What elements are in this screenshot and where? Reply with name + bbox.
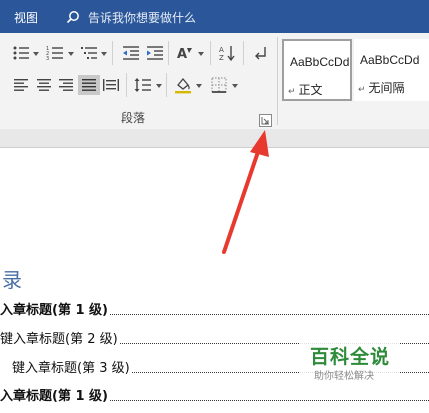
separator <box>210 41 211 65</box>
toc-line[interactable]: 入章标题(第 1 级) <box>0 386 429 404</box>
style-normal[interactable]: AaBbCcDd ↵ 正文 <box>282 39 352 101</box>
chevron-down-icon[interactable] <box>196 84 202 88</box>
dialog-launcher-icon[interactable] <box>259 114 272 127</box>
chevron-down-icon[interactable] <box>68 52 74 56</box>
ribbon: 123 A AZ 段落 AaBbCcDd ↵ 正文 AaBbCcDd ↵ 无间隔 <box>0 33 429 130</box>
chevron-down-icon[interactable] <box>232 84 238 88</box>
svg-text:3: 3 <box>46 56 49 61</box>
watermark-subtitle: 助你轻松解决 <box>314 371 374 382</box>
separator <box>126 73 127 97</box>
align-left-icon[interactable] <box>10 75 32 95</box>
ruler <box>0 129 429 148</box>
title-bar: 视图 告诉我你想要做什么 <box>0 0 429 33</box>
distributed-icon[interactable] <box>100 75 122 95</box>
svg-text:A: A <box>177 47 187 61</box>
line-spacing-icon[interactable] <box>132 75 154 95</box>
style-name: ↵ 无间隔 <box>358 81 405 95</box>
show-formatting-marks-icon[interactable] <box>250 43 272 63</box>
style-sample: AaBbCcDd <box>290 55 350 69</box>
svg-text:A: A <box>219 46 224 54</box>
align-right-icon[interactable] <box>55 75 77 95</box>
separator <box>112 41 113 65</box>
chevron-down-icon[interactable] <box>101 52 107 56</box>
align-center-icon[interactable] <box>33 75 55 95</box>
tab-view[interactable]: 视图 <box>14 9 38 26</box>
separator <box>168 41 169 65</box>
sort-icon[interactable]: AZ <box>216 43 238 63</box>
chevron-down-icon[interactable] <box>198 52 204 56</box>
watermark-title: 百科全说 <box>310 346 391 368</box>
chevron-down-icon[interactable] <box>33 52 39 56</box>
paragraph-group-label: 段落 <box>121 111 146 125</box>
style-sample: AaBbCcDd <box>360 53 420 67</box>
shading-icon[interactable] <box>172 75 194 95</box>
style-name: ↵ 正文 <box>288 83 323 97</box>
increase-indent-icon[interactable] <box>144 43 166 63</box>
chevron-down-icon[interactable] <box>156 84 162 88</box>
multilevel-list-icon[interactable] <box>78 43 100 63</box>
watermark-logo: 百科全说 助你轻松解决 <box>300 340 400 384</box>
separator <box>243 41 244 65</box>
toc-line[interactable]: 入章标题(第 1 级) <box>0 300 429 318</box>
separator <box>166 73 167 97</box>
tell-me-box[interactable]: 告诉我你想要做什么 <box>88 9 196 26</box>
decrease-indent-icon[interactable] <box>120 43 142 63</box>
numbering-icon[interactable]: 123 <box>44 43 66 63</box>
toc-title: 录 <box>2 268 22 292</box>
svg-text:Z: Z <box>219 54 224 62</box>
justify-icon[interactable] <box>78 75 100 95</box>
bullets-icon[interactable] <box>10 43 32 63</box>
search-icon[interactable] <box>66 9 80 24</box>
asian-layout-icon[interactable]: A <box>174 43 196 63</box>
borders-icon[interactable] <box>208 75 230 95</box>
style-no-spacing[interactable]: AaBbCcDd ↵ 无间隔 <box>354 39 429 101</box>
separator <box>277 37 278 125</box>
